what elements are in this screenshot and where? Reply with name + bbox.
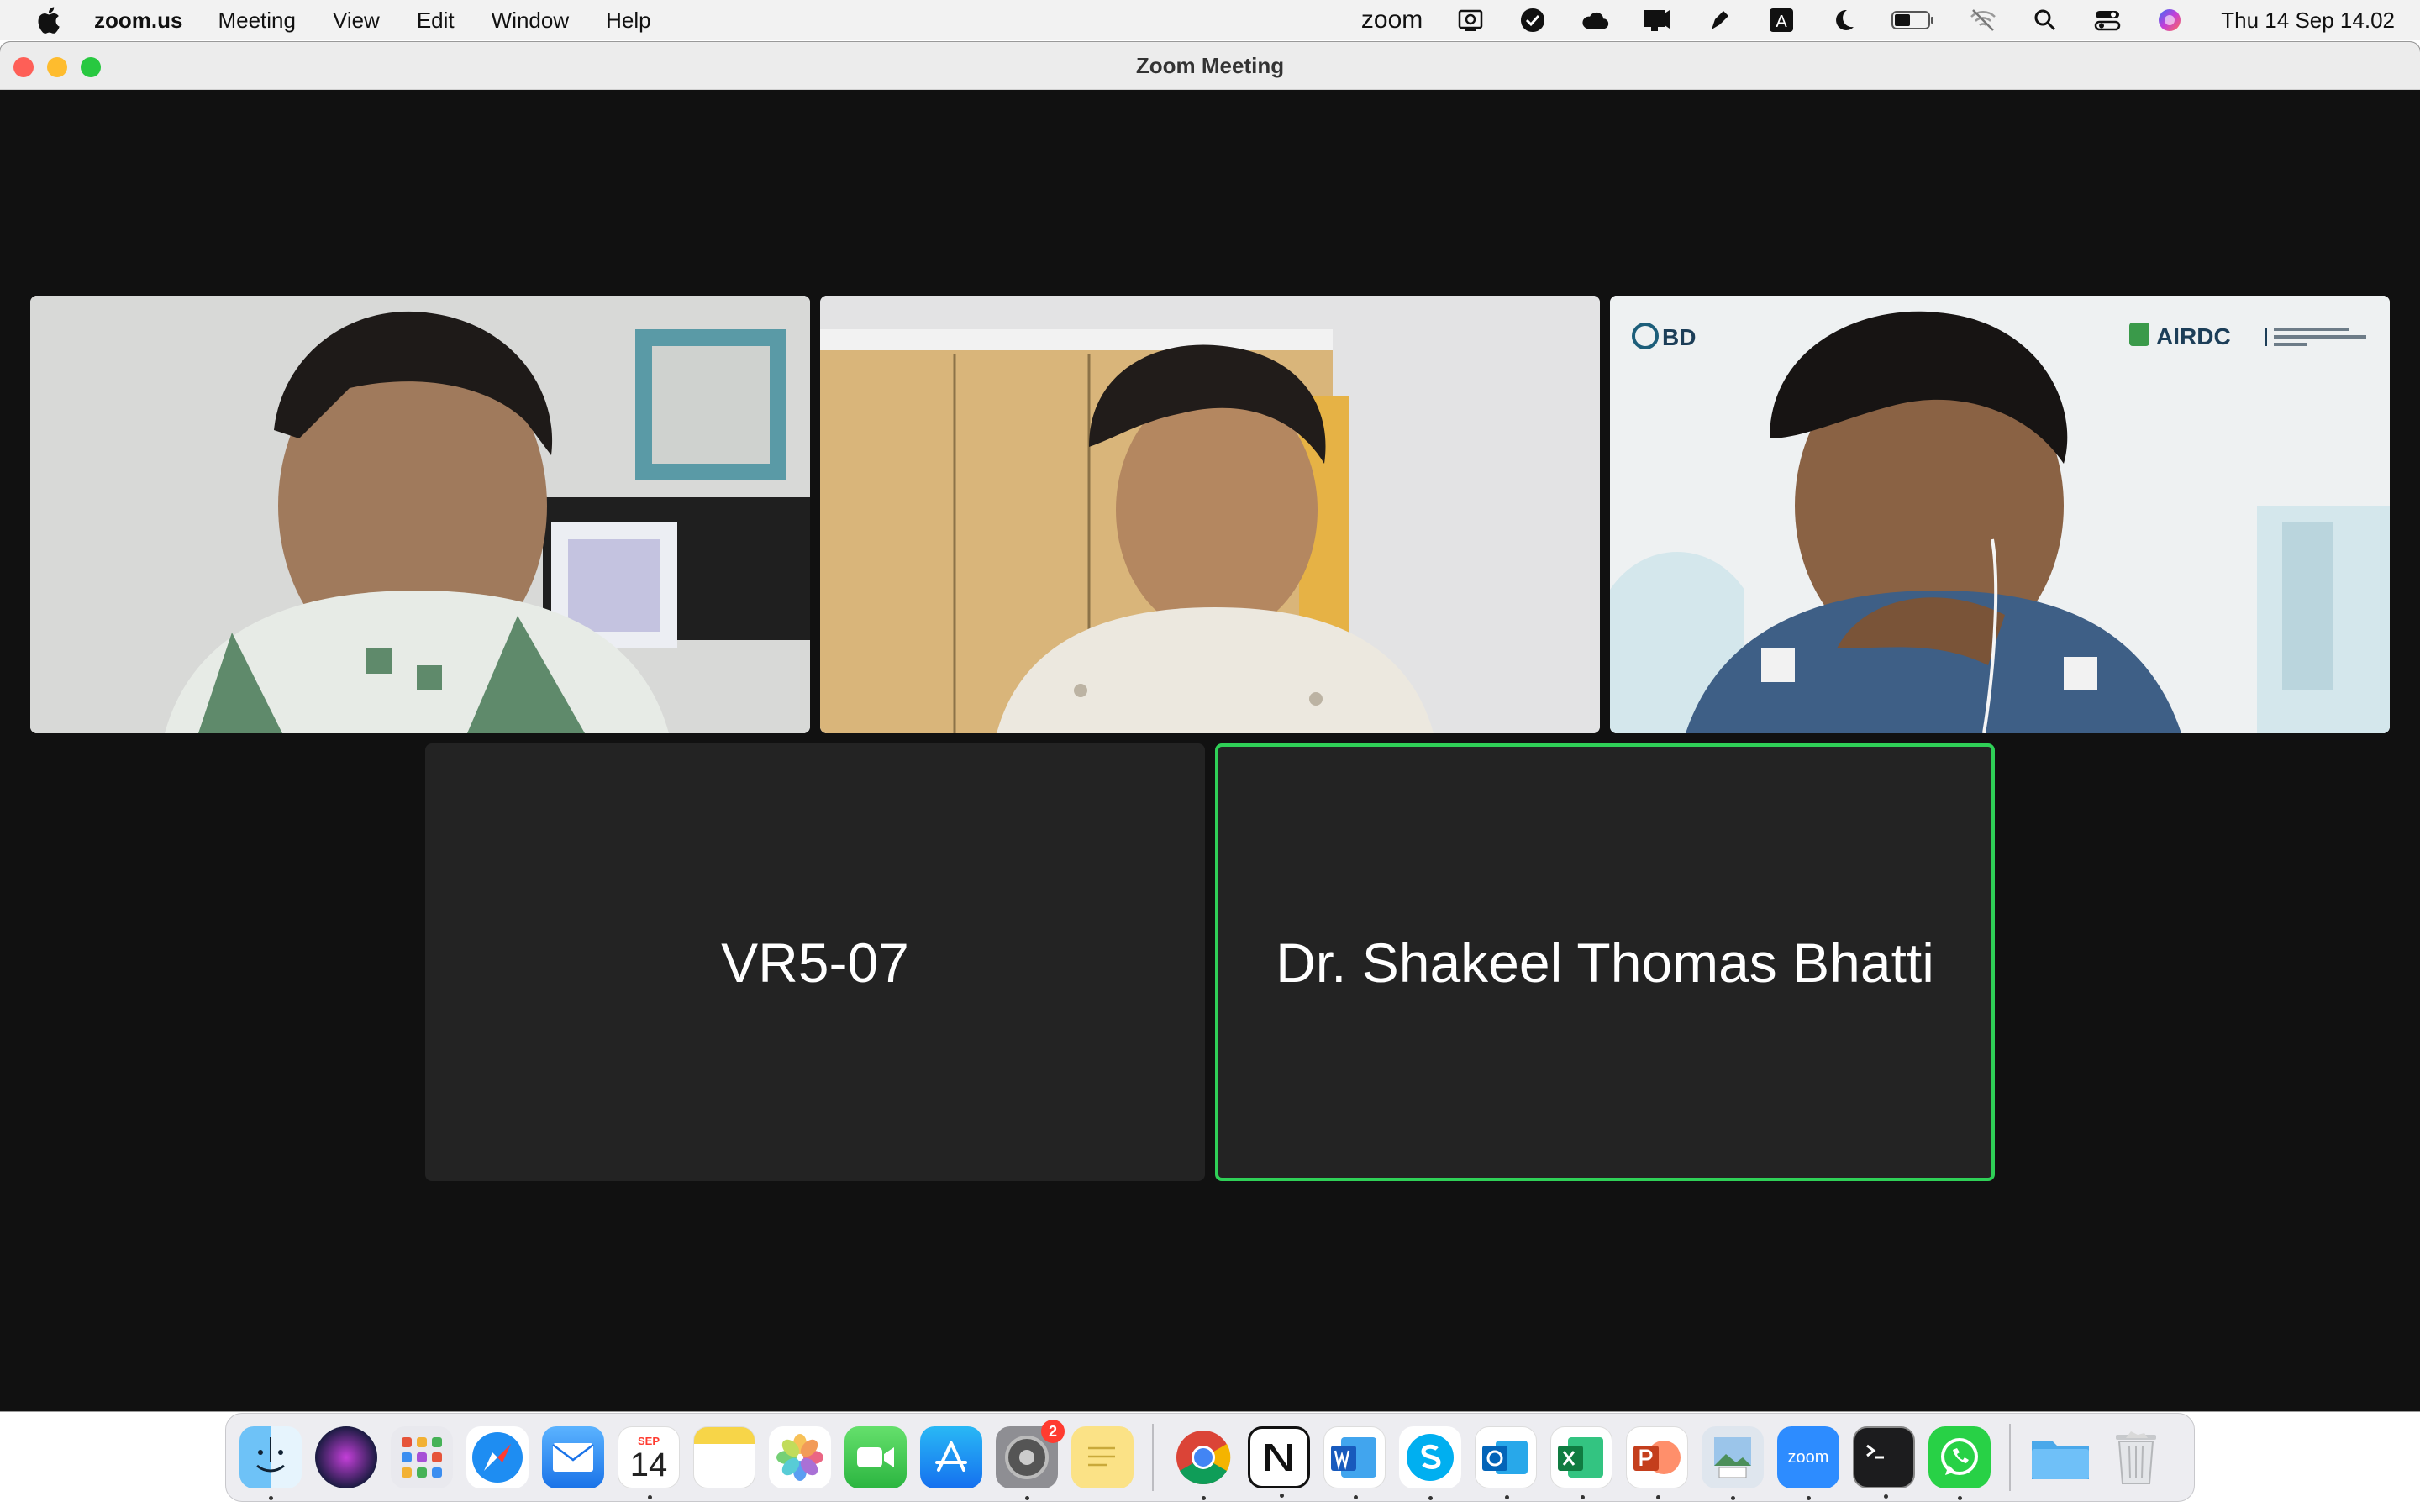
- notification-badge: 2: [1041, 1420, 1065, 1443]
- running-indicator: [1280, 1494, 1284, 1498]
- dock-terminal-icon[interactable]: [1853, 1426, 1915, 1499]
- dock-outlook-icon[interactable]: [1475, 1426, 1537, 1499]
- notification-icon[interactable]: [1643, 6, 1671, 34]
- participant-tile-vr5-07[interactable]: VR5-07: [425, 743, 1205, 1181]
- running-indicator: [1731, 1496, 1735, 1500]
- do-not-disturb-moon-icon[interactable]: [1829, 6, 1858, 34]
- menu-bar: zoom.us Meeting View Edit Window Help zo…: [0, 0, 2420, 40]
- tasks-check-icon[interactable]: [1518, 6, 1547, 34]
- running-indicator: [1202, 1496, 1206, 1500]
- input-source-icon[interactable]: A: [1767, 6, 1796, 34]
- menu-help[interactable]: Help: [606, 8, 650, 34]
- dock-facetime-icon[interactable]: [844, 1426, 907, 1488]
- zoom-dock-label: zoom: [1787, 1447, 1829, 1467]
- dock-stickies-icon[interactable]: [1071, 1426, 1134, 1488]
- input-source-label: A: [1776, 13, 1788, 31]
- spotlight-search-icon[interactable]: [2031, 6, 2060, 34]
- dock-mail-icon[interactable]: [542, 1426, 604, 1488]
- dock-notion-icon[interactable]: [1248, 1426, 1310, 1498]
- menu-window[interactable]: Window: [492, 8, 569, 34]
- control-center-icon[interactable]: [2093, 6, 2122, 34]
- participant-tile-active-speaker[interactable]: Dr. Shakeel Thomas Bhatti: [1215, 743, 1995, 1181]
- menu-meeting[interactable]: Meeting: [218, 8, 296, 34]
- screen-share-icon[interactable]: [1456, 6, 1485, 34]
- dock-excel-icon[interactable]: [1550, 1426, 1612, 1499]
- running-indicator: [1354, 1495, 1358, 1499]
- dock-separator: [1152, 1424, 1154, 1491]
- cloud-icon[interactable]: [1581, 6, 1609, 34]
- meeting-gallery: BD AIRDC VR5-07 Dr. Shakeel Thomas Bhatt…: [0, 90, 2420, 1411]
- participant-name-label: Dr. Shakeel Thomas Bhatti: [1276, 931, 1934, 994]
- running-indicator: [1581, 1495, 1585, 1499]
- video-logo-airdc: AIRDC: [2156, 323, 2231, 349]
- calendar-month: SEP: [637, 1434, 660, 1447]
- running-indicator: [1428, 1496, 1433, 1500]
- menu-view[interactable]: View: [333, 8, 380, 34]
- participant-video-3[interactable]: BD AIRDC: [1610, 296, 2390, 733]
- pen-tool-icon[interactable]: [1705, 6, 1733, 34]
- dock-app-store-icon[interactable]: [920, 1426, 982, 1488]
- zoom-meeting-window: Zoom Meeting BD AIRDC VR5-07 Dr. Shakeel…: [0, 42, 2420, 1411]
- dock-word-icon[interactable]: [1323, 1426, 1386, 1499]
- dock-zoom-icon[interactable]: zoom: [1777, 1426, 1839, 1500]
- dock-separator: [2009, 1424, 2011, 1491]
- participant-video-2[interactable]: [820, 296, 1600, 733]
- dock-siri-icon[interactable]: [315, 1426, 377, 1488]
- dock-powerpoint-icon[interactable]: [1626, 1426, 1688, 1499]
- running-indicator: [1807, 1496, 1811, 1500]
- siri-icon[interactable]: [2155, 6, 2184, 34]
- dock-trash-icon[interactable]: [2105, 1426, 2167, 1488]
- participant-video-3-frame: BD AIRDC: [1610, 296, 2390, 733]
- menu-clock[interactable]: Thu 14 Sep 14.02: [2221, 8, 2395, 34]
- running-indicator: [269, 1496, 273, 1500]
- running-indicator: [1025, 1496, 1029, 1500]
- running-indicator: [1958, 1496, 1962, 1500]
- dock-notes-icon[interactable]: [693, 1426, 755, 1488]
- dock-whatsapp-icon[interactable]: [1928, 1426, 1991, 1500]
- menu-app-name[interactable]: zoom.us: [94, 8, 182, 34]
- dock-system-preferences-icon[interactable]: 2: [996, 1420, 1065, 1500]
- wifi-off-icon[interactable]: [1969, 6, 1997, 34]
- running-indicator: [648, 1495, 652, 1499]
- dock-safari-icon[interactable]: [466, 1426, 529, 1488]
- dock-photos-icon[interactable]: [769, 1426, 831, 1488]
- window-titlebar[interactable]: Zoom Meeting: [0, 42, 2420, 90]
- dock-chrome-icon[interactable]: [1172, 1426, 1234, 1500]
- running-indicator: [1505, 1495, 1509, 1499]
- participant-video-1[interactable]: [30, 296, 810, 733]
- dock-folder-icon[interactable]: [2029, 1426, 2091, 1488]
- calendar-day: 14: [629, 1446, 668, 1483]
- running-indicator: [1656, 1495, 1660, 1499]
- battery-icon[interactable]: [1891, 6, 1935, 34]
- dock-launchpad-icon[interactable]: [391, 1426, 453, 1488]
- participant-name-label: VR5-07: [721, 931, 909, 994]
- dock-preview-icon[interactable]: [1702, 1426, 1764, 1500]
- window-title: Zoom Meeting: [1135, 53, 1285, 78]
- participant-video-2-frame: [820, 296, 1600, 733]
- dock-skype-icon[interactable]: [1399, 1426, 1461, 1500]
- dock-finder-icon[interactable]: [239, 1426, 302, 1500]
- running-indicator: [1884, 1494, 1888, 1499]
- menu-edit[interactable]: Edit: [417, 8, 455, 34]
- video-logo-bd: BD: [1662, 324, 1696, 350]
- dock: SEP 14 2 zoom: [225, 1413, 2195, 1502]
- apple-menu-icon[interactable]: [35, 6, 60, 34]
- dock-calendar-icon[interactable]: SEP 14: [618, 1426, 680, 1499]
- participant-video-1-frame: [30, 296, 810, 733]
- zoom-status-menu[interactable]: zoom: [1361, 6, 1423, 34]
